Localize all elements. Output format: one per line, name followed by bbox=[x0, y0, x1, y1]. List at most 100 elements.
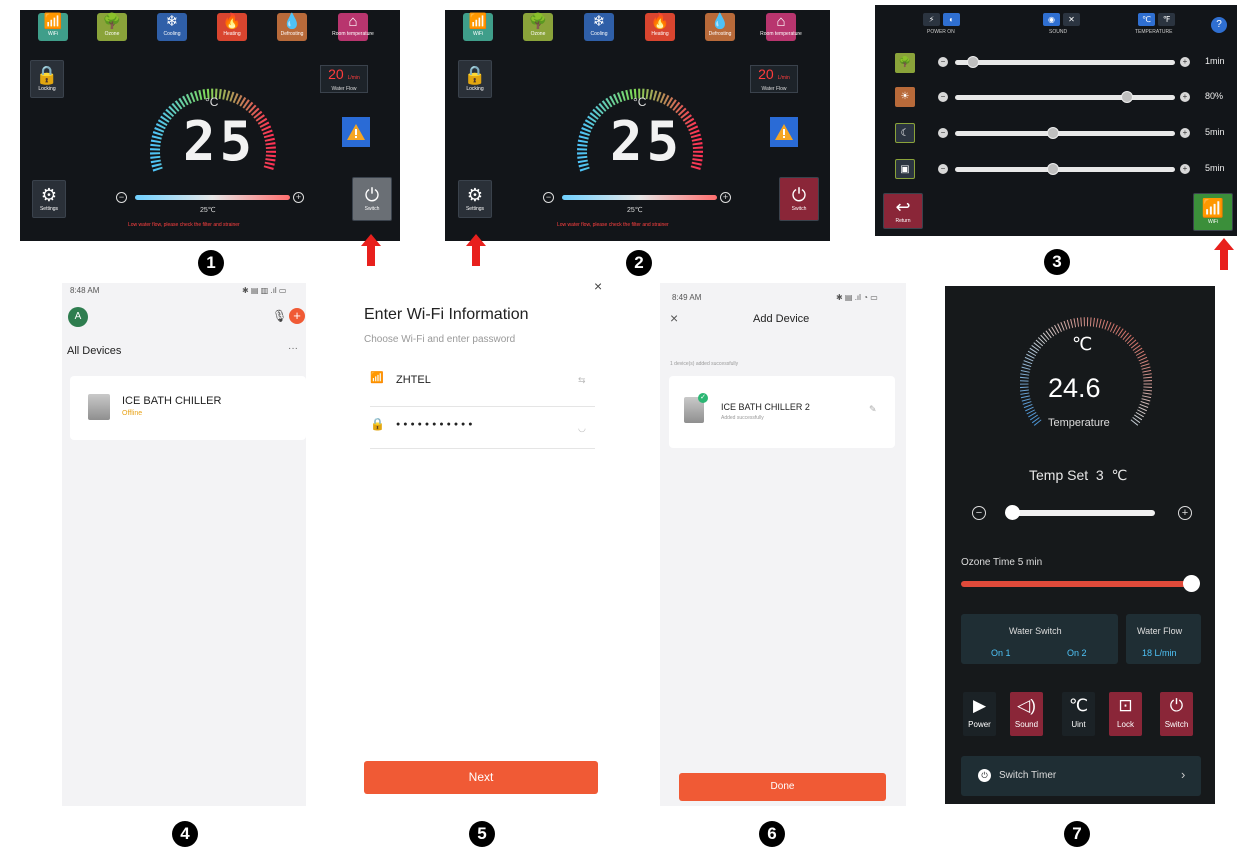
row1-minus-button[interactable]: − bbox=[938, 57, 948, 67]
minus-button[interactable]: − bbox=[116, 192, 127, 203]
mode-cooling-button[interactable]: ❄ Cooling bbox=[157, 13, 187, 41]
mode-heating-button[interactable]: 🔥 Heating bbox=[645, 13, 675, 41]
return-button[interactable]: ↩ Return bbox=[883, 193, 923, 229]
row2-slider-knob[interactable] bbox=[1121, 91, 1134, 103]
mode-defrosting-button[interactable]: 💧 Defrosting bbox=[705, 13, 735, 41]
plus-button[interactable]: + bbox=[293, 192, 304, 203]
help-button[interactable]: ? bbox=[1211, 17, 1227, 33]
mode-wifi-button[interactable]: 📶 WiFi bbox=[463, 13, 493, 41]
add-device-screen: 8:49 AM ✱ ▤ .ıl ◔ ▭ × Add Device 1 devic… bbox=[660, 283, 906, 806]
row4-minus-button[interactable]: − bbox=[938, 164, 948, 174]
row3-slider[interactable] bbox=[955, 131, 1175, 136]
screen-lock-icon: ▣ bbox=[895, 159, 915, 179]
temperature-slider[interactable] bbox=[135, 195, 290, 200]
temp-set-slider[interactable] bbox=[1009, 510, 1155, 516]
unit-button[interactable]: ℃ Uint bbox=[1062, 692, 1095, 736]
row4-slider-knob[interactable] bbox=[1046, 163, 1059, 175]
temp-minus-button[interactable]: − bbox=[972, 506, 986, 520]
settings-button[interactable]: ⚙ Settings bbox=[32, 180, 66, 218]
next-button[interactable]: Next bbox=[364, 761, 598, 794]
add-device-button[interactable]: + bbox=[289, 308, 305, 324]
row4-slider[interactable] bbox=[955, 167, 1175, 172]
power-on-toggle-on[interactable]: ⚡ bbox=[923, 13, 940, 26]
mode-heating-button[interactable]: 🔥 Heating bbox=[217, 13, 247, 41]
avatar[interactable]: A bbox=[68, 307, 88, 327]
temperature-slider[interactable] bbox=[562, 195, 717, 200]
row4-plus-button[interactable]: + bbox=[1180, 164, 1190, 174]
water-switch-on2[interactable]: On 2 bbox=[1067, 648, 1087, 658]
mode-room-temperature-button[interactable]: ⌂ Room temperature bbox=[332, 13, 374, 41]
switch-button[interactable]: ⏻ Switch bbox=[352, 177, 392, 221]
sound-toggle-on[interactable]: ◉ bbox=[1043, 13, 1060, 26]
switch-network-icon[interactable]: ⇆ bbox=[578, 375, 586, 386]
power-icon: ⏻ bbox=[791, 185, 807, 205]
defrost-icon: 💧 bbox=[282, 13, 302, 30]
minus-button[interactable]: − bbox=[543, 192, 554, 203]
speaker-icon: ◁) bbox=[1017, 696, 1036, 715]
row2-slider[interactable] bbox=[955, 95, 1175, 100]
warning-button[interactable] bbox=[342, 117, 370, 147]
mode-room-temperature-button[interactable]: ⌂ Room temperature bbox=[760, 13, 802, 41]
eye-toggle-icon[interactable]: ◡ bbox=[578, 423, 586, 434]
row1-plus-button[interactable]: + bbox=[1180, 57, 1190, 67]
device-status: Added successfully bbox=[721, 415, 764, 421]
switch-button[interactable]: ⏻ Switch bbox=[779, 177, 819, 221]
mode-ozone-button[interactable]: 🌳 Ozone bbox=[523, 13, 553, 41]
temp-set-knob[interactable] bbox=[1005, 505, 1020, 520]
more-options-button[interactable]: ··· bbox=[288, 343, 298, 354]
ozone-time-slider[interactable] bbox=[961, 581, 1195, 587]
screen-sleep-icon: ☾ bbox=[895, 123, 915, 143]
temperature-celsius-toggle[interactable]: ℃ bbox=[1138, 13, 1155, 26]
temp-set-row: Temp Set 3 ℃ bbox=[1029, 467, 1127, 484]
row2-minus-button[interactable]: − bbox=[938, 92, 948, 102]
controller-screen-2: 📶 WiFi 🌳 Ozone ❄ Cooling 🔥 Heating 💧 Defrosti… bbox=[445, 10, 830, 241]
temperature-fahrenheit-toggle[interactable]: ℉ bbox=[1158, 13, 1175, 26]
step-marker-2: 2 bbox=[626, 250, 652, 276]
mode-ozone-button[interactable]: 🌳 Ozone bbox=[97, 13, 127, 41]
temp-set-value: 3 bbox=[1095, 467, 1104, 483]
row3-minus-button[interactable]: − bbox=[938, 128, 948, 138]
power-button[interactable]: ▶ Power bbox=[963, 692, 996, 736]
close-button[interactable]: × bbox=[594, 283, 602, 294]
switch-button[interactable]: ⏻ Switch bbox=[1160, 692, 1193, 736]
water-switch-on1[interactable]: On 1 bbox=[991, 648, 1011, 658]
ozone-time-knob[interactable] bbox=[1183, 575, 1200, 592]
done-button[interactable]: Done bbox=[679, 773, 886, 801]
water-flow-box: Water Flow 18 L/min bbox=[1126, 614, 1201, 664]
locking-button[interactable]: 🔒 Locking bbox=[458, 60, 492, 98]
row1-slider[interactable] bbox=[955, 60, 1175, 65]
clock-icon: ⏻ bbox=[978, 769, 991, 782]
power-on-toggle-off[interactable]: ◐ bbox=[943, 13, 960, 26]
warning-button[interactable] bbox=[770, 117, 798, 147]
water-flow-display: 20 L/min Water Flow bbox=[750, 65, 798, 93]
temp-plus-button[interactable]: + bbox=[1178, 506, 1192, 520]
mode-defrosting-button[interactable]: 💧 Defrosting bbox=[277, 13, 307, 41]
close-button[interactable]: × bbox=[670, 310, 678, 326]
success-check-icon: ✓ bbox=[698, 393, 708, 403]
row1-slider-knob[interactable] bbox=[967, 56, 980, 68]
sound-toggle-off[interactable]: ✕ bbox=[1063, 13, 1080, 26]
wifi-password-field[interactable]: ●●●●●●●●●●● bbox=[396, 421, 476, 428]
wifi-setup-button[interactable]: 📶 WiFi bbox=[1193, 193, 1233, 231]
plus-button[interactable]: + bbox=[720, 192, 731, 203]
row3-slider-knob[interactable] bbox=[1046, 127, 1059, 139]
settings-screen-3: ⚡ ◐ POWER ON ◉ ✕ SOUND ℃ ℉ TEMPERATURE ?… bbox=[875, 5, 1237, 236]
mode-cooling-button[interactable]: ❄ Cooling bbox=[584, 13, 614, 41]
warning-icon bbox=[775, 124, 793, 140]
mode-wifi-button[interactable]: 📶 WiFi bbox=[38, 13, 68, 41]
settings-button[interactable]: ⚙ Settings bbox=[458, 180, 492, 218]
row3-plus-button[interactable]: + bbox=[1180, 128, 1190, 138]
locking-button[interactable]: 🔒 Locking bbox=[30, 60, 64, 98]
switch-timer-row[interactable]: ⏻ Switch Timer › bbox=[961, 756, 1201, 796]
edit-icon[interactable]: ✎ bbox=[869, 404, 877, 415]
device-card[interactable]: ICE BATH CHILLER Offline bbox=[70, 376, 306, 440]
microphone-icon[interactable]: 🎙 bbox=[272, 309, 287, 323]
set-temperature: 25℃ bbox=[627, 207, 643, 214]
wifi-ssid-field[interactable]: ZHTEL bbox=[396, 374, 431, 386]
lock-button[interactable]: ⊡ Lock bbox=[1109, 692, 1142, 736]
sound-button[interactable]: ◁) Sound bbox=[1010, 692, 1043, 736]
row2-plus-button[interactable]: + bbox=[1180, 92, 1190, 102]
warning-icon bbox=[347, 124, 365, 140]
added-device-card[interactable]: ✓ ICE BATH CHILLER 2 Added successfully … bbox=[669, 376, 895, 448]
water-flow-label: Water Flow bbox=[1137, 626, 1183, 636]
